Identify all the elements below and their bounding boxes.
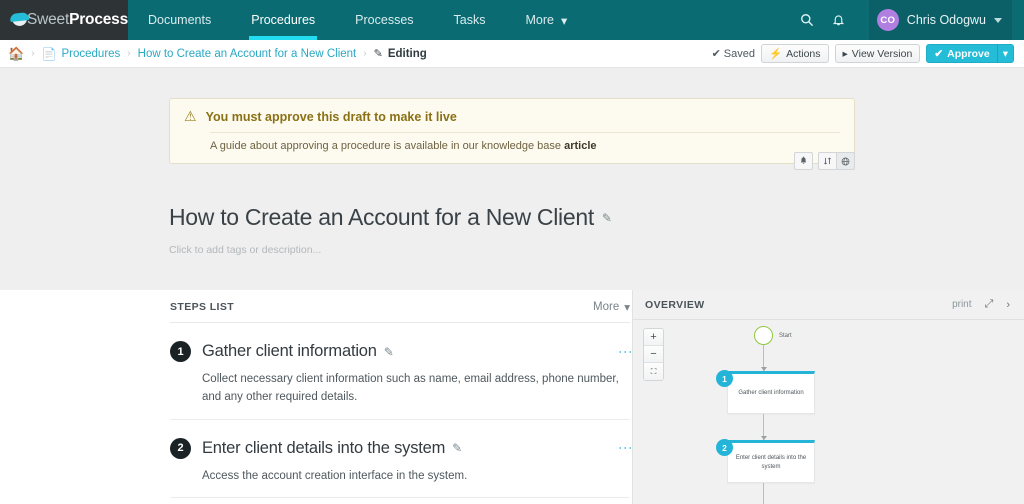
pencil-icon[interactable]: ✎ xyxy=(452,441,462,455)
nav-item-procedures[interactable]: Procedures xyxy=(231,0,335,40)
kebab-menu-icon[interactable]: ⋮ xyxy=(618,441,634,455)
step-item[interactable]: 2 Enter client details into the system ✎… xyxy=(170,420,634,499)
flowchart-nodes: Start 1 Gather client information 2 Ente… xyxy=(716,326,866,504)
flowchart-zoom-controls: + − ⛶ xyxy=(643,328,664,381)
globe-icon[interactable] xyxy=(836,152,855,170)
alert-article-link[interactable]: article xyxy=(564,140,596,152)
start-label: Start xyxy=(779,332,792,339)
logo-text: SweetProcess xyxy=(26,11,128,28)
nav-item-more[interactable]: More ▾ xyxy=(505,0,587,40)
overview-header: OVERVIEW print ⤢ › xyxy=(633,290,1024,320)
check-icon: ✔ xyxy=(711,48,721,60)
steps-list-header: STEPS LIST More ▾ xyxy=(170,300,630,323)
top-navigation-bar: SweetProcess Documents Procedures Proces… xyxy=(0,0,1024,40)
flow-connector xyxy=(763,483,764,504)
start-circle-icon xyxy=(754,326,773,345)
flowchart-canvas[interactable]: + − ⛶ Start 1 Gather client information … xyxy=(633,320,1024,504)
approve-draft-alert: ⚠ You must approve this draft to make it… xyxy=(169,98,855,165)
chevron-right-icon[interactable]: › xyxy=(1006,299,1010,311)
chevron-down-icon xyxy=(994,17,1002,23)
alert-title: You must approve this draft to make it l… xyxy=(205,110,457,124)
step-title: Enter client details into the system ✎ xyxy=(202,438,463,457)
sweetprocess-logo-icon xyxy=(9,12,30,28)
lightning-icon: ⚡ xyxy=(769,48,783,60)
expand-icon[interactable]: ⤢ xyxy=(985,298,994,311)
tags-description-placeholder[interactable]: Click to add tags or description... xyxy=(169,244,855,256)
view-mode-group xyxy=(818,152,855,170)
flowchart-start-node: Start xyxy=(754,326,866,345)
step-description: Access the account creation interface in… xyxy=(202,469,468,482)
sort-icon[interactable] xyxy=(818,152,837,170)
node-number: 1 xyxy=(716,370,733,387)
nav-item-documents[interactable]: Documents xyxy=(128,0,231,40)
search-icon[interactable] xyxy=(791,0,823,40)
steps-list-column: STEPS LIST More ▾ 1 Gather client inform… xyxy=(0,290,634,504)
alert-divider xyxy=(210,132,840,134)
document-icon: 📄 xyxy=(41,46,57,61)
node-label: Gather client information xyxy=(738,390,804,396)
page-title: How to Create an Account for a New Clien… xyxy=(169,204,855,231)
breadcrumb-editing-state: Editing xyxy=(387,47,427,60)
node-label: Enter client details into the system xyxy=(735,454,807,470)
step-description: Collect necessary client information suc… xyxy=(202,373,619,403)
approve-button-group: ✔ Approve ▾ xyxy=(926,44,1014,63)
alert-body: A guide about approving a procedure is a… xyxy=(210,140,597,153)
breadcrumb-separator: › xyxy=(363,48,367,59)
overview-title: OVERVIEW xyxy=(645,298,705,311)
nav-item-processes[interactable]: Processes xyxy=(335,0,433,40)
document-hero-section: ⚠ You must approve this draft to make it… xyxy=(0,68,1024,290)
step-number: 2 xyxy=(170,437,191,459)
kebab-menu-icon[interactable]: ⋮ xyxy=(618,345,634,359)
user-menu[interactable]: CO Chris Odogwu xyxy=(868,0,1012,40)
flow-connector xyxy=(760,414,767,440)
flowchart-node[interactable]: 1 Gather client information xyxy=(716,370,866,414)
print-button[interactable]: print xyxy=(952,299,971,310)
breadcrumb-procedures[interactable]: Procedures xyxy=(61,48,120,60)
flow-connector xyxy=(760,345,767,371)
breadcrumb-separator: › xyxy=(31,48,35,59)
nav-item-tasks[interactable]: Tasks xyxy=(434,0,506,40)
node-number: 2 xyxy=(716,439,733,456)
pencil-icon: ✎ xyxy=(373,48,383,60)
pencil-icon[interactable]: ✎ xyxy=(602,211,612,225)
approve-dropdown-toggle[interactable]: ▾ xyxy=(996,44,1014,63)
bell-icon[interactable] xyxy=(823,0,855,40)
document-actions: ✔ Saved ⚡ Actions ▸ View Version ✔ Appro… xyxy=(712,44,1014,63)
user-name: Chris Odogwu xyxy=(906,13,986,27)
steps-list-title: STEPS LIST xyxy=(170,301,235,313)
steps-more-button[interactable]: More ▾ xyxy=(593,300,630,314)
approve-button[interactable]: ✔ Approve xyxy=(926,44,998,63)
breadcrumb-bar: 🏠 › 📄 Procedures › How to Create an Acco… xyxy=(0,40,1024,68)
main-content: STEPS LIST More ▾ 1 Gather client inform… xyxy=(0,290,1024,504)
zoom-out-button[interactable]: − xyxy=(644,346,663,363)
actions-button[interactable]: ⚡ Actions xyxy=(761,44,829,63)
warning-triangle-icon: ⚠ xyxy=(184,108,197,124)
app-logo[interactable]: SweetProcess xyxy=(0,0,128,40)
overview-panel: OVERVIEW print ⤢ › + − ⛶ Start 1 Gather … xyxy=(632,290,1024,504)
nav-right-actions: CO Chris Odogwu xyxy=(791,0,1024,40)
breadcrumb: 🏠 › 📄 Procedures › How to Create an Acco… xyxy=(8,47,427,61)
avatar: CO xyxy=(876,9,899,31)
pencil-icon[interactable]: ✎ xyxy=(384,345,394,359)
triangle-right-icon: ▸ xyxy=(842,47,848,60)
step-item[interactable]: 1 Gather client information ✎ ⋮ Collect … xyxy=(170,323,634,420)
check-icon: ✔ xyxy=(934,47,944,60)
primary-nav-items: Documents Procedures Processes Tasks Mor… xyxy=(128,0,587,40)
flowchart-node[interactable]: 2 Enter client details into the system xyxy=(716,439,866,483)
view-version-button[interactable]: ▸ View Version xyxy=(834,44,921,63)
bell-icon[interactable] xyxy=(794,152,813,170)
page-title-text: How to Create an Account for a New Clien… xyxy=(169,204,594,231)
fit-screen-button[interactable]: ⛶ xyxy=(644,363,663,380)
document-tool-icons xyxy=(794,152,855,170)
chevron-down-icon: ▾ xyxy=(624,302,630,314)
breadcrumb-document-title[interactable]: How to Create an Account for a New Clien… xyxy=(138,48,357,60)
step-title: Gather client information ✎ xyxy=(202,342,394,360)
zoom-in-button[interactable]: + xyxy=(644,329,663,346)
chevron-down-icon: ▾ xyxy=(560,13,568,28)
breadcrumb-separator: › xyxy=(127,48,131,59)
step-number: 1 xyxy=(170,341,191,362)
saved-status: ✔ Saved xyxy=(711,47,755,61)
home-icon[interactable]: 🏠 xyxy=(8,47,24,60)
